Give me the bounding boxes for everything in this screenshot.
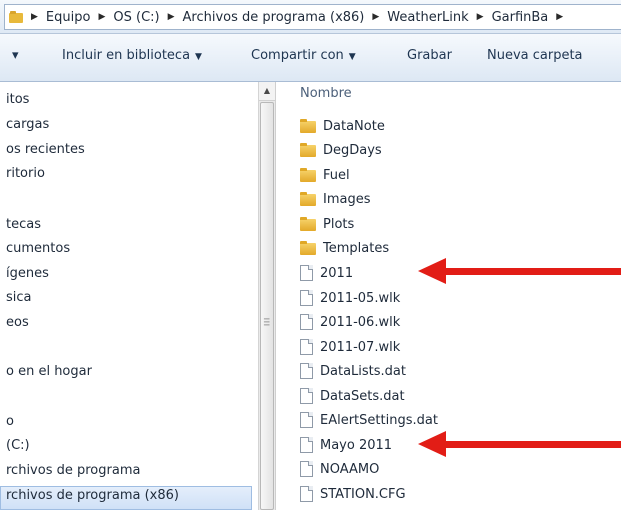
file-row-fuel[interactable]: Fuel <box>300 164 350 186</box>
file-row-plots[interactable]: Plots <box>300 213 354 235</box>
file-icon <box>300 461 313 477</box>
file-name: Fuel <box>323 167 350 183</box>
address-bar: ▶ Equipo ▶ OS (C:) ▶ Archivos de program… <box>0 0 621 34</box>
nav-item-os-c[interactable]: (C:) <box>6 438 30 453</box>
file-name: EAlertSettings.dat <box>320 412 438 428</box>
file-row-2011-06-wlk[interactable]: 2011-06.wlk <box>300 311 400 333</box>
file-name: Mayo 2011 <box>320 437 393 453</box>
file-name: DataNote <box>323 118 385 134</box>
share-with-button[interactable]: Compartir con ▼ <box>251 48 356 63</box>
nav-item-downloads[interactable]: cargas <box>6 117 49 132</box>
file-row-datanote[interactable]: DataNote <box>300 115 385 137</box>
file-row-images[interactable]: Images <box>300 188 371 210</box>
folder-icon <box>300 192 316 206</box>
include-in-library-button[interactable]: Incluir en biblioteca ▼ <box>62 48 202 63</box>
file-row-templates[interactable]: Templates <box>300 237 389 259</box>
folder-icon <box>300 241 316 255</box>
chevron-right-icon[interactable]: ▶ <box>98 12 105 22</box>
file-row-noaamo[interactable]: NOAAMO <box>300 458 379 480</box>
file-icon <box>300 314 313 330</box>
file-name: 2011 <box>320 265 354 281</box>
breadcrumb-item-equipo[interactable]: Equipo <box>46 10 91 25</box>
chevron-right-icon[interactable]: ▶ <box>31 12 38 22</box>
nav-item-music[interactable]: sica <box>6 290 32 305</box>
command-bar: ▾ Incluir en biblioteca ▼ Compartir con ▼ … <box>0 34 621 82</box>
file-name: 2011-07.wlk <box>320 339 401 355</box>
burn-button[interactable]: Grabar <box>407 48 452 63</box>
scroll-up-arrow-icon[interactable]: ▲ <box>259 82 275 101</box>
nav-item-program-files-x86[interactable]: rchivos de programa (x86) <box>6 488 179 503</box>
file-row-datasets-dat[interactable]: DataSets.dat <box>300 385 405 407</box>
file-icon <box>300 363 313 379</box>
file-row-ealertsettings-dat[interactable]: EAlertSettings.dat <box>300 409 438 431</box>
file-icon <box>300 339 313 355</box>
file-row-degdays[interactable]: DegDays <box>300 139 382 161</box>
nav-item-libraries[interactable]: tecas <box>6 217 41 232</box>
folder-icon <box>300 168 316 182</box>
share-with-label: Compartir con <box>251 48 344 63</box>
folder-icon <box>9 11 23 23</box>
scrollbar-thumb[interactable]: ─ ─ ─ <box>260 102 274 510</box>
file-row-2011-07-wlk[interactable]: 2011-07.wlk <box>300 336 400 358</box>
chevron-right-icon[interactable]: ▶ <box>372 12 379 22</box>
nav-item-desktop[interactable]: ritorio <box>6 166 45 181</box>
file-name: NOAAMO <box>320 461 380 477</box>
file-name: Plots <box>323 216 355 232</box>
nav-item-documents[interactable]: cumentos <box>6 241 70 256</box>
breadcrumb-item-program-files-x86[interactable]: Archivos de programa (x86) <box>183 10 365 25</box>
chevron-down-icon: ▼ <box>348 52 356 62</box>
file-row-mayo-2011[interactable]: Mayo 2011 <box>300 434 392 456</box>
breadcrumb[interactable]: ▶ Equipo ▶ OS (C:) ▶ Archivos de program… <box>4 4 621 30</box>
new-folder-button[interactable]: Nueva carpeta <box>487 48 583 63</box>
file-row-2011-05-wlk[interactable]: 2011-05.wlk <box>300 287 400 309</box>
nav-item-pictures[interactable]: ígenes <box>6 266 49 281</box>
file-row-datalists-dat[interactable]: DataLists.dat <box>300 360 406 382</box>
file-icon <box>300 265 313 281</box>
file-name: DataLists.dat <box>320 363 406 379</box>
sort-ascending-icon: ˆ <box>454 82 459 88</box>
folder-icon <box>300 119 316 133</box>
file-row-2011[interactable]: 2011 <box>300 262 353 284</box>
folder-icon <box>300 143 316 157</box>
file-name: 2011-06.wlk <box>320 314 401 330</box>
organize-dropdown-arrow[interactable]: ▾ <box>12 48 19 63</box>
file-row-station-cfg[interactable]: STATION.CFG <box>300 483 406 505</box>
chevron-right-icon[interactable]: ▶ <box>168 12 175 22</box>
file-name: 2011-05.wlk <box>320 290 401 306</box>
file-icon <box>300 290 313 306</box>
file-name: Templates <box>323 240 390 256</box>
chevron-down-icon: ▼ <box>195 52 202 62</box>
include-in-library-label: Incluir en biblioteca <box>62 48 191 63</box>
nav-item-favorites[interactable]: itos <box>6 92 29 107</box>
file-icon <box>300 388 313 404</box>
folder-icon <box>300 217 316 231</box>
file-name: STATION.CFG <box>320 486 406 502</box>
breadcrumb-item-os-c[interactable]: OS (C:) <box>113 10 159 25</box>
breadcrumb-item-weatherlink[interactable]: WeatherLink <box>387 10 468 25</box>
file-name: DegDays <box>323 142 382 158</box>
navigation-pane: itos cargas os recientes ritorio tecas c… <box>0 82 258 510</box>
file-name: DataSets.dat <box>320 388 405 404</box>
column-header-name[interactable]: Nombre <box>300 86 352 101</box>
nav-item-videos[interactable]: eos <box>6 315 29 330</box>
file-name: Images <box>323 191 371 207</box>
grip-icon: ─ ─ ─ <box>264 315 270 331</box>
nav-item-program-files[interactable]: rchivos de programa <box>6 463 140 478</box>
breadcrumb-item-garfinba[interactable]: GarfinBa <box>492 10 549 25</box>
nav-item-computer[interactable]: o <box>6 414 14 429</box>
chevron-right-icon[interactable]: ▶ <box>477 12 484 22</box>
file-icon <box>300 437 313 453</box>
file-icon <box>300 486 313 502</box>
nav-item-homegroup[interactable]: o en el hogar <box>6 364 92 379</box>
chevron-right-icon[interactable]: ▶ <box>556 12 563 22</box>
nav-item-recent-places[interactable]: os recientes <box>6 142 85 157</box>
nav-pane-scrollbar[interactable]: ▲ ─ ─ ─ <box>258 82 276 510</box>
file-icon <box>300 412 313 428</box>
